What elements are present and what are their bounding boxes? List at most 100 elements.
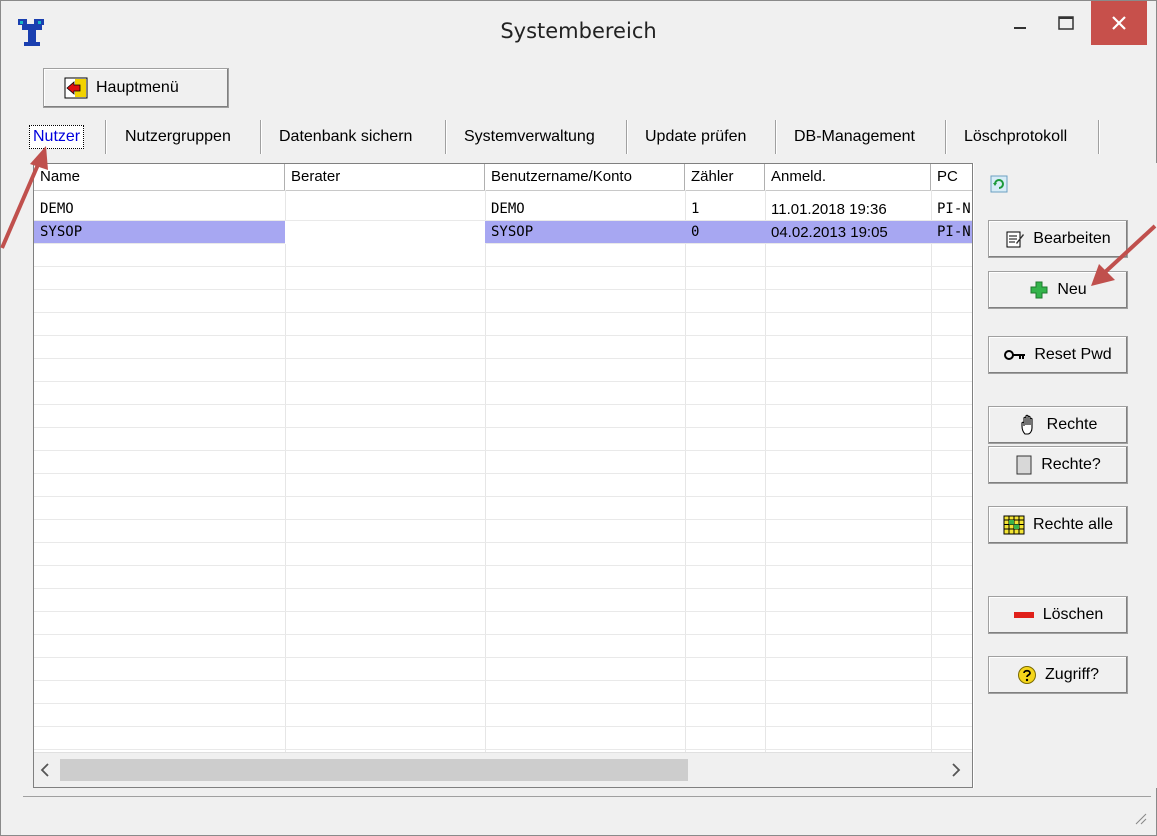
scroll-right-icon[interactable] <box>951 763 961 777</box>
status-bar <box>23 796 1151 829</box>
rechte-alle-label: Rechte alle <box>1032 516 1114 533</box>
close-icon <box>1112 16 1126 30</box>
rechte-label: Rechte <box>1046 416 1098 433</box>
tab-separator <box>105 120 106 154</box>
scrollbar-thumb[interactable] <box>60 759 688 781</box>
zugriff-button[interactable]: Zugriff? <box>988 656 1128 694</box>
rechte-fragen-button[interactable]: Rechte? <box>988 446 1128 484</box>
empty-row <box>34 658 972 681</box>
annotation-arrow-left <box>0 146 48 249</box>
empty-row <box>34 612 972 635</box>
tab-label: Löschprotokoll <box>964 128 1068 145</box>
empty-row <box>34 405 972 428</box>
hand-icon <box>1021 414 1033 435</box>
horizontal-scrollbar[interactable] <box>34 752 972 787</box>
cell-anmeld: 11.01.2018 19:36 <box>771 201 887 218</box>
tab-separator <box>1098 120 1099 154</box>
rechte-alle-button[interactable]: Rechte alle <box>988 506 1128 544</box>
tab-strip: Nutzer Nutzergruppen Datenbank sichern S… <box>23 117 1133 159</box>
empty-row <box>34 313 972 336</box>
cell-konto: DEMO <box>491 201 525 217</box>
maximize-button[interactable] <box>1043 1 1089 45</box>
tab-label: Nutzergruppen <box>125 128 231 145</box>
grid-header: Name Berater Benutzername/Konto Zähler A… <box>34 164 972 191</box>
minimize-icon <box>1014 27 1026 29</box>
empty-row <box>34 267 972 290</box>
tab-separator <box>260 120 261 154</box>
tab-label: Update prüfen <box>645 128 747 145</box>
tab-label: Datenbank sichern <box>279 128 413 145</box>
red-minus-icon <box>1013 612 1034 618</box>
column-header-konto[interactable]: Benutzername/Konto <box>485 164 685 190</box>
cell-pc: PI-N <box>937 224 971 240</box>
empty-row <box>34 704 972 727</box>
cell-zaehler: 0 <box>691 224 700 240</box>
column-header-pc[interactable]: PC <box>931 164 972 190</box>
empty-row <box>34 474 972 497</box>
cell-name: DEMO <box>40 201 74 217</box>
zugriff-label: Zugriff? <box>1045 666 1099 683</box>
tab-label: Systemverwaltung <box>464 128 595 145</box>
user-grid[interactable]: Name Berater Benutzername/Konto Zähler A… <box>33 163 973 788</box>
exit-door-icon <box>64 77 88 99</box>
cell-pc: PI-N <box>937 201 971 217</box>
neu-label: Neu <box>1057 281 1087 298</box>
tab-separator <box>945 120 946 154</box>
loeschen-button[interactable]: Löschen <box>988 596 1128 634</box>
close-button[interactable] <box>1091 1 1147 45</box>
reset-pwd-button[interactable]: Reset Pwd <box>988 336 1128 374</box>
tab-separator <box>445 120 446 154</box>
tab-label: DB-Management <box>794 128 915 145</box>
minimize-button[interactable] <box>997 1 1043 45</box>
tab-update-pruefen[interactable]: Update prüfen <box>645 117 746 157</box>
column-header-anmeld[interactable]: Anmeld. <box>765 164 931 190</box>
refresh-icon[interactable] <box>990 175 1008 193</box>
tab-db-management[interactable]: DB-Management <box>794 117 915 157</box>
empty-row <box>34 244 972 267</box>
tab-loeschprotokoll[interactable]: Löschprotokoll <box>964 117 1067 157</box>
cell-name: SYSOP <box>40 224 83 240</box>
systembereich-window: Systembereich Hauptmenü Nutzer Nutzergru… <box>0 0 1157 836</box>
empty-row <box>34 290 972 313</box>
key-icon <box>1004 350 1026 360</box>
rechte-button[interactable]: Rechte <box>988 406 1128 444</box>
document-icon <box>1016 455 1032 475</box>
empty-row <box>34 382 972 405</box>
scroll-left-icon[interactable] <box>40 763 50 777</box>
empty-row <box>34 589 972 612</box>
cell-anmeld: 04.02.2013 19:05 <box>771 224 888 241</box>
tab-nutzergruppen[interactable]: Nutzergruppen <box>125 117 231 157</box>
window-title: Systembereich <box>500 19 657 43</box>
empty-row <box>34 543 972 566</box>
tab-datenbank-sichern[interactable]: Datenbank sichern <box>279 117 412 157</box>
title-bar: Systembereich <box>1 1 1156 61</box>
empty-row <box>34 566 972 589</box>
rechte-fragen-label: Rechte? <box>1041 456 1101 473</box>
empty-row <box>34 681 972 704</box>
empty-row <box>34 428 972 451</box>
cell-zaehler: 1 <box>691 201 700 217</box>
annotation-arrow-right <box>1091 224 1157 286</box>
empty-row <box>34 497 972 520</box>
resize-grip-icon[interactable] <box>1133 811 1147 825</box>
column-header-berater[interactable]: Berater <box>285 164 485 190</box>
table-row[interactable]: DEMO DEMO 1 11.01.2018 19:36 PI-N <box>34 198 972 221</box>
hauptmenu-label: Hauptmenü <box>96 79 179 96</box>
maximize-icon <box>1058 16 1074 30</box>
hauptmenu-button[interactable]: Hauptmenü <box>43 68 229 108</box>
column-header-name[interactable]: Name <box>34 164 285 190</box>
empty-row <box>34 635 972 658</box>
reset-pwd-label: Reset Pwd <box>1034 346 1112 363</box>
grid-table-icon <box>1003 515 1025 535</box>
table-row-selected[interactable]: SYSOP SYSOP 0 04.02.2013 19:05 PI-N <box>34 221 972 244</box>
loeschen-label: Löschen <box>1042 606 1104 623</box>
cell-konto: SYSOP <box>491 224 534 240</box>
tab-separator <box>626 120 627 154</box>
empty-row <box>34 336 972 359</box>
column-header-zaehler[interactable]: Zähler <box>685 164 765 190</box>
empty-row <box>34 451 972 474</box>
tab-systemverwaltung[interactable]: Systemverwaltung <box>464 117 595 157</box>
tab-separator <box>775 120 776 154</box>
green-plus-icon <box>1030 281 1048 299</box>
empty-row <box>34 727 972 750</box>
